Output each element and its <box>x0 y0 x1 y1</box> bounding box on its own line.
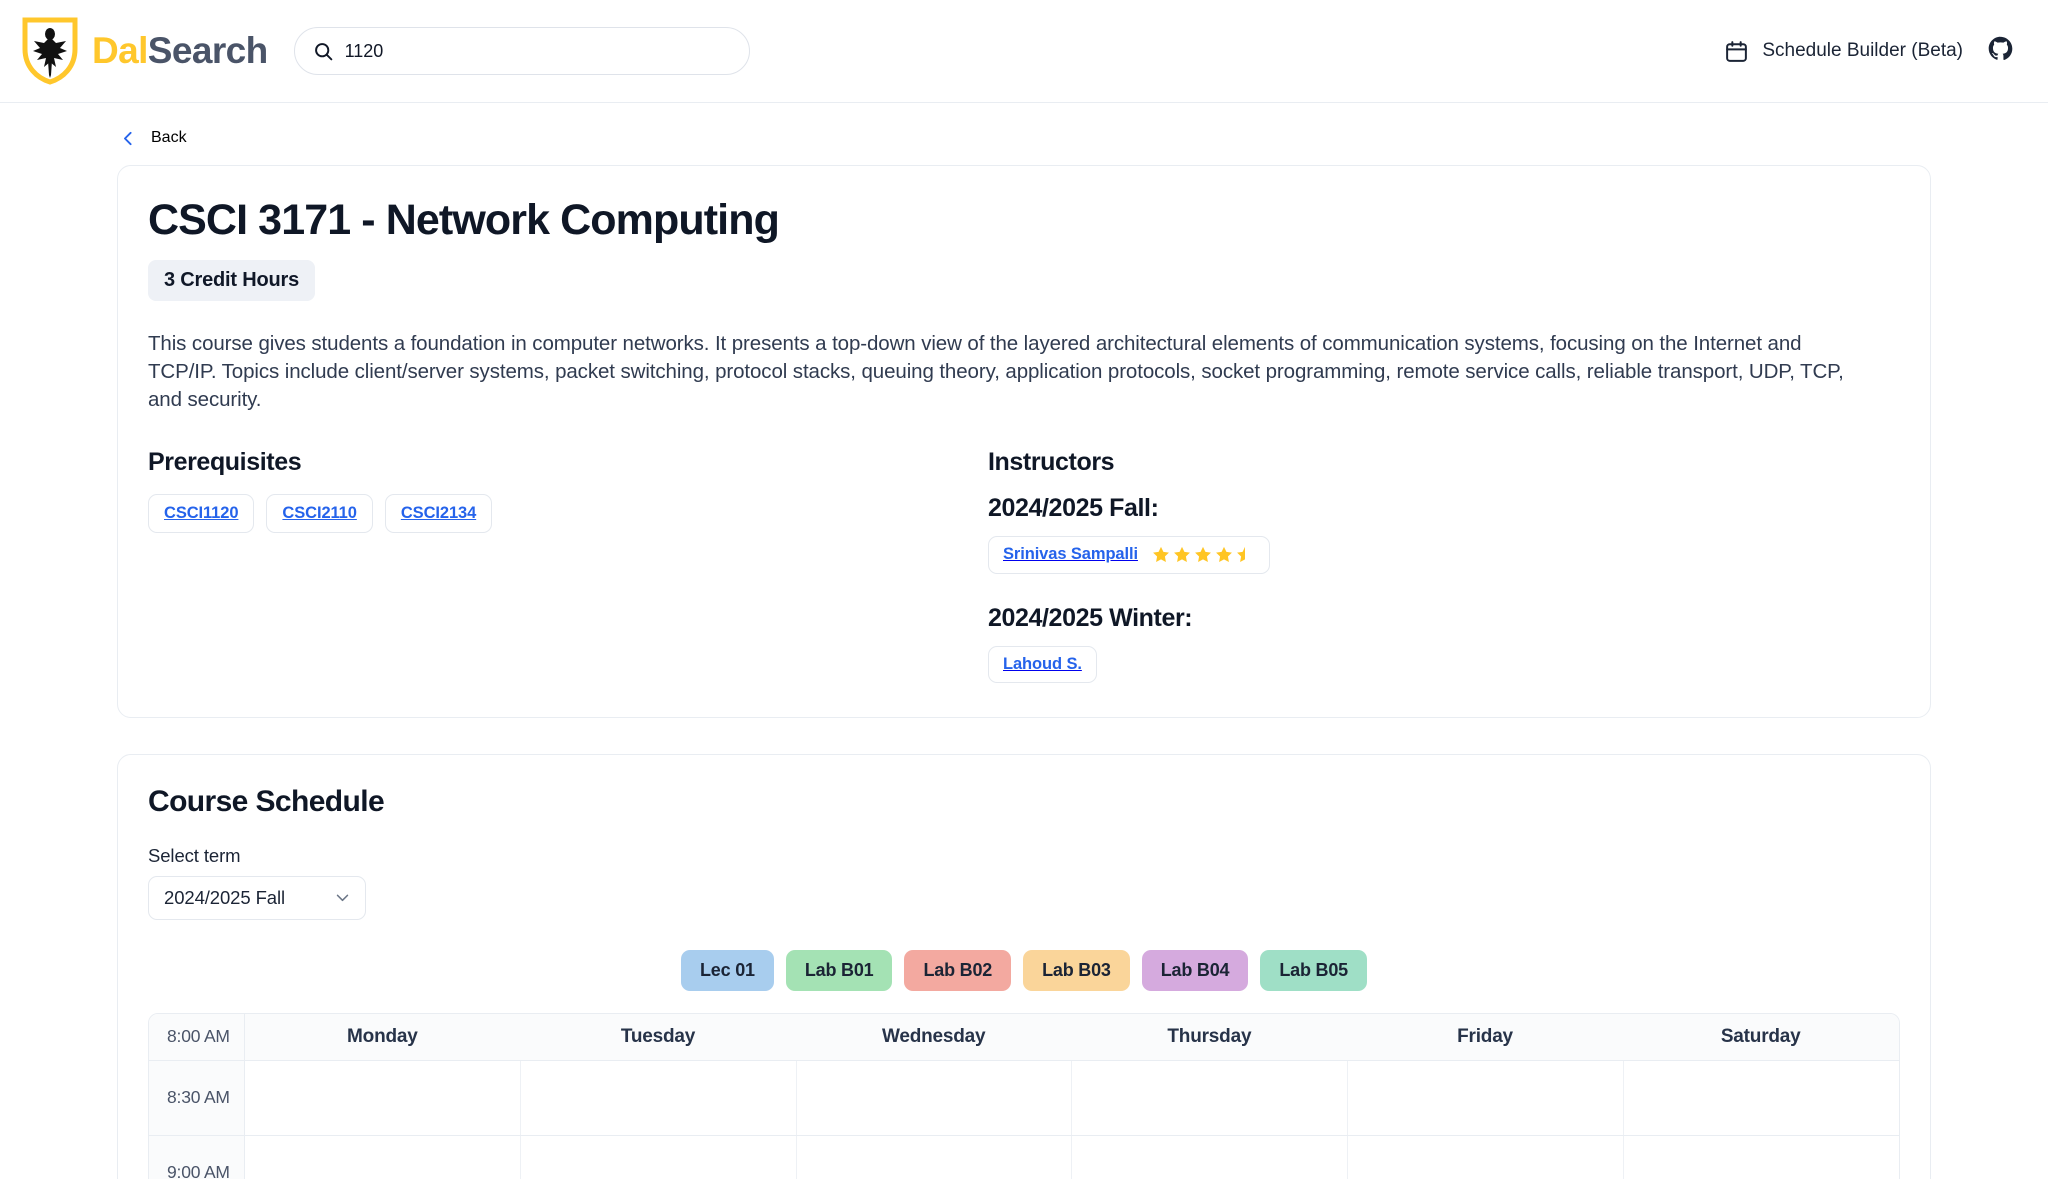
star-half-icon <box>1237 546 1245 562</box>
brand-dal: Dal <box>92 30 148 71</box>
course-schedule-card: Course Schedule Select term 2024/2025 Fa… <box>117 753 1931 1179</box>
prerequisite-tag[interactable]: CSCI1120 <box>148 493 255 533</box>
calendar-slot[interactable] <box>245 1060 521 1135</box>
brand-wordmark: DalSearch <box>92 30 268 72</box>
calendar-time-cell: 9:00 AM <box>149 1135 245 1179</box>
calendar-time-cell: 8:00 AM <box>149 1013 245 1060</box>
schedule-builder-label: Schedule Builder (Beta) <box>1762 40 1963 61</box>
calendar-time-label: 9:00 AM <box>167 1162 230 1179</box>
calendar-day-header-thursday: Thursday <box>1167 1025 1252 1047</box>
instructor-term-label-winter: 2024/2025 Winter: <box>988 603 1193 632</box>
dalhousie-shield-icon <box>22 17 78 85</box>
instructor-rating-stars <box>1151 545 1255 565</box>
term-select-value: 2024/2025 Fall <box>164 886 286 908</box>
calendar-slot[interactable] <box>245 1135 521 1179</box>
app-header: DalSearch Schedule Builder (Beta) <box>0 0 2048 103</box>
details-columns: Prerequisites CSCI1120 CSCI2110 CSCI2134… <box>148 448 1900 683</box>
section-chip-lab-b05[interactable]: Lab B05 <box>1260 949 1367 991</box>
section-chip-lec-01[interactable]: Lec 01 <box>681 949 774 991</box>
calendar-day-header-friday: Friday <box>1457 1025 1513 1047</box>
calendar-slot[interactable] <box>1348 1135 1625 1179</box>
calendar-row: 8:30 AM <box>149 1059 1899 1135</box>
section-chip-lab-b01[interactable]: Lab B01 <box>785 949 893 991</box>
instructors-heading: Instructors <box>988 447 1115 476</box>
page-content: Back CSCI 3171 - Network Computing 3 Cre… <box>0 103 2048 1179</box>
instructor-name: Lahoud S. <box>1003 654 1082 673</box>
term-select[interactable]: 2024/2025 Fall <box>148 875 366 920</box>
back-button[interactable]: Back <box>117 103 1931 165</box>
instructor-tag-fall[interactable]: Srinivas Sampalli <box>988 535 1270 574</box>
schedule-heading: Course Schedule <box>148 784 385 818</box>
schedule-builder-link[interactable]: Schedule Builder (Beta) <box>1724 39 1963 64</box>
github-link[interactable] <box>1987 35 2014 67</box>
calendar-day-header-saturday: Saturday <box>1720 1025 1801 1047</box>
star-full-icon <box>1195 546 1211 562</box>
calendar-slot[interactable] <box>521 1135 797 1179</box>
calendar-slot[interactable] <box>1072 1135 1349 1179</box>
course-description: This course gives students a foundation … <box>148 332 1844 411</box>
page-title: CSCI 3171 - Network Computing <box>148 196 780 244</box>
calendar-slot[interactable] <box>797 1060 1073 1135</box>
prerequisites-list: CSCI1120 CSCI2110 CSCI2134 <box>148 493 988 533</box>
star-full-icon <box>1153 546 1169 562</box>
schedule-calendar: 8:00 AM Monday Tuesday Wednesday Thursda… <box>148 1012 1900 1179</box>
search-icon <box>314 42 332 60</box>
calendar-day-header-wednesday: Wednesday <box>881 1025 986 1047</box>
calendar-header-row: 8:00 AM Monday Tuesday Wednesday Thursda… <box>149 1013 1899 1060</box>
instructor-term-label-fall: 2024/2025 Fall: <box>988 493 1159 522</box>
prerequisites-section: Prerequisites CSCI1120 CSCI2110 CSCI2134 <box>148 448 988 683</box>
calendar-slot[interactable] <box>521 1060 797 1135</box>
calendar-slot[interactable] <box>1624 1136 1899 1179</box>
calendar-time-label: 8:30 AM <box>167 1087 230 1108</box>
section-legend: Lec 01 Lab B01 Lab B02 Lab B03 Lab B04 L… <box>148 949 1900 991</box>
search-box[interactable] <box>293 27 750 75</box>
back-label: Back <box>151 129 187 146</box>
search-input[interactable] <box>344 40 731 62</box>
prerequisites-heading: Prerequisites <box>148 447 302 476</box>
instructor-name: Srinivas Sampalli <box>1003 545 1138 564</box>
star-full-icon <box>1216 546 1232 562</box>
calendar-slot[interactable] <box>797 1135 1073 1179</box>
course-info-card: CSCI 3171 - Network Computing 3 Credit H… <box>117 165 1931 718</box>
star-full-icon <box>1174 546 1190 562</box>
header-actions: Schedule Builder (Beta) <box>1724 35 2014 67</box>
calendar-time-cell: 8:30 AM <box>149 1060 245 1135</box>
credit-hours-badge: 3 Credit Hours <box>148 260 316 302</box>
section-chip-lab-b03[interactable]: Lab B03 <box>1023 949 1130 991</box>
calendar-row: 9:00 AM <box>149 1134 1899 1179</box>
calendar-slot[interactable] <box>1072 1060 1349 1135</box>
section-chip-lab-b04[interactable]: Lab B04 <box>1141 949 1249 991</box>
prerequisite-tag[interactable]: CSCI2110 <box>266 493 373 533</box>
section-chip-lab-b02[interactable]: Lab B02 <box>904 949 1012 991</box>
calendar-icon <box>1726 40 1748 62</box>
chevron-left-icon <box>124 131 132 145</box>
github-icon <box>1988 36 2013 60</box>
select-term-label: Select term <box>148 844 241 866</box>
calendar-time-label: 8:00 AM <box>167 1026 230 1047</box>
calendar-day-header-tuesday: Tuesday <box>620 1025 696 1047</box>
prerequisite-tag[interactable]: CSCI2134 <box>384 493 493 533</box>
chevron-down-icon <box>336 894 349 902</box>
brand-search: Search <box>147 30 268 71</box>
calendar-slot[interactable] <box>1348 1060 1625 1135</box>
calendar-slot[interactable] <box>1624 1061 1899 1135</box>
instructors-section: Instructors 2024/2025 Fall: Srinivas Sam… <box>988 448 1900 683</box>
calendar-day-header-monday: Monday <box>347 1025 418 1047</box>
brand-logo[interactable]: DalSearch <box>22 17 268 85</box>
instructor-tag-winter[interactable]: Lahoud S. <box>988 645 1097 683</box>
